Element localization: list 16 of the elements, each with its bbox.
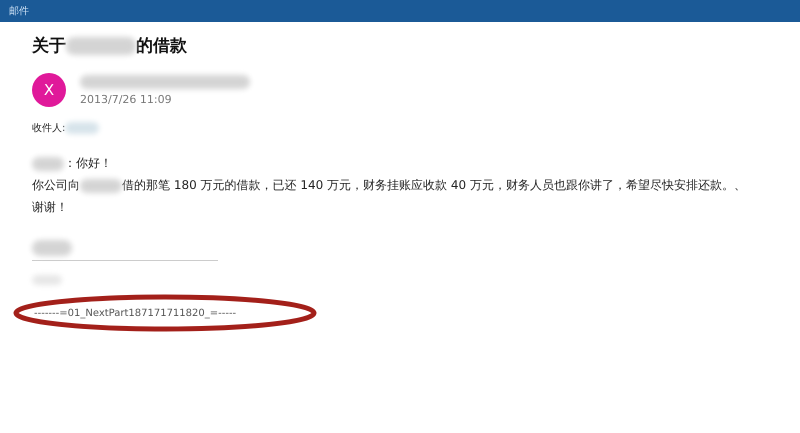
redaction-blur [32,156,64,170]
message-date: 2013/7/26 11:09 [80,92,173,106]
body-text: 你公司向 [32,177,80,194]
boundary-text: -------=01_NextPart187171711820_=----- [34,308,236,318]
closing-text: 谢谢！ [32,199,68,216]
recipient-label: 收件人: [32,122,66,135]
app-title: 邮件 [9,4,29,18]
redaction-blur [32,240,72,256]
redaction-blur [80,178,122,192]
avatar: X [32,73,66,107]
redaction-blur [65,122,100,134]
body-text: 借的那笔 180 万元的借款，已还 140 万元，财务挂账应收款 40 万元，财务人员也跟你讲了，希望尽快安排还款。、 [122,177,746,194]
subject-text: 的借款 [136,35,187,57]
subject-text: 关于 [32,35,66,57]
greeting-text: ：你好！ [64,155,112,172]
redaction-blur [66,36,136,54]
